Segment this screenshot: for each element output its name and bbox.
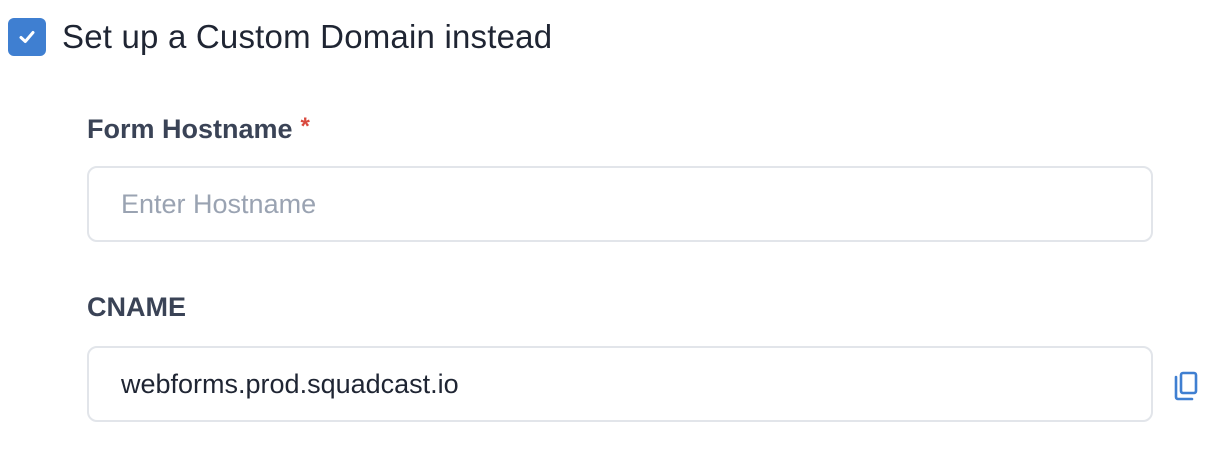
custom-domain-checkbox-label[interactable]: Set up a Custom Domain instead	[62, 16, 552, 58]
copy-icon	[1174, 371, 1198, 401]
form-hostname-label-text: Form Hostname	[87, 114, 293, 144]
form-hostname-input[interactable]	[87, 166, 1153, 242]
checkmark-icon	[19, 31, 35, 43]
custom-domain-toggle-row[interactable]: Set up a Custom Domain instead	[8, 16, 552, 58]
cname-label: CNAME	[87, 292, 186, 322]
custom-domain-checkbox[interactable]	[8, 18, 46, 56]
copy-cname-button[interactable]	[1171, 370, 1201, 402]
custom-domain-form: Set up a Custom Domain instead Form Host…	[0, 0, 1226, 450]
form-hostname-label: Form Hostname *	[87, 110, 310, 146]
required-marker: *	[300, 113, 310, 140]
cname-field[interactable]	[87, 346, 1153, 422]
